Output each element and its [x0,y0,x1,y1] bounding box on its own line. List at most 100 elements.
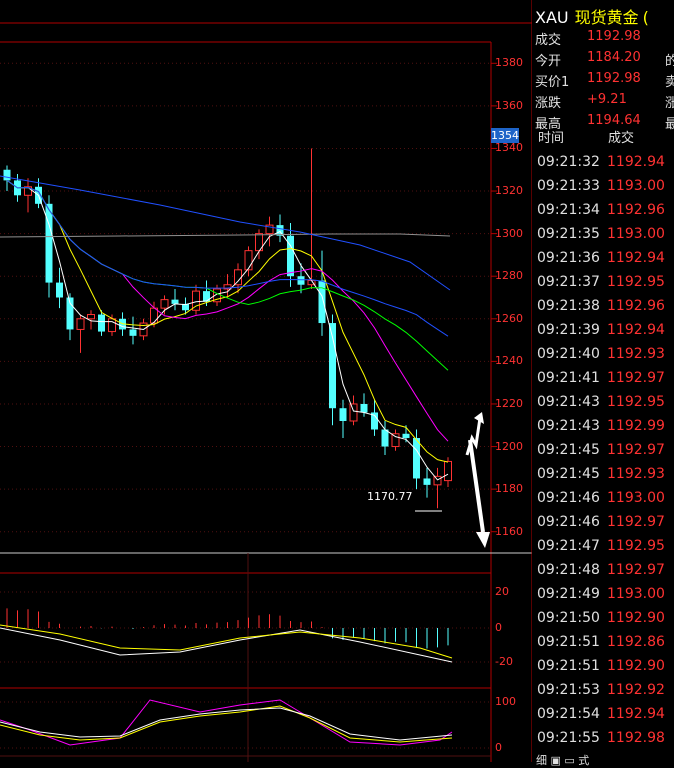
macd-line [0,627,453,663]
kdj-line [0,707,453,741]
candle-body [98,314,105,332]
candle-body [76,318,85,330]
tick-price: 1192.97 [607,562,665,578]
candle-body [349,403,358,422]
tick-price: 1192.93 [607,346,665,362]
tick-row[interactable]: 09:21:38 1192.96 [537,298,665,322]
candle-body [360,403,368,413]
tick-row[interactable]: 09:21:51 1192.86 [537,634,665,658]
tick-row[interactable]: 09:21:47 1192.95 [537,538,665,562]
tick-price: 1192.95 [607,274,665,290]
tick-row[interactable]: 09:21:45 1192.97 [537,442,665,466]
ticks-header: 时间 成交 [538,127,634,146]
candle-body [129,329,137,336]
tick-time: 09:21:54 [537,706,600,722]
candle-body [171,299,179,304]
tick-price: 1192.94 [607,250,665,266]
tick-row[interactable]: 09:21:33 1193.00 [537,178,665,202]
quote-trail: 最 [665,117,674,132]
tick-time: 09:21:46 [537,490,600,506]
tick-row[interactable]: 09:21:35 1193.00 [537,226,665,250]
quote-row: 涨跌 +9.21 涨 [535,92,674,112]
tick-price: 1192.97 [607,442,665,458]
tick-row[interactable]: 09:21:45 1192.93 [537,466,665,490]
ticks-header-price: 成交 [608,131,635,146]
quote-label: 买价1 [535,75,570,90]
tick-price: 1192.94 [607,322,665,338]
title-mark: ( [642,8,649,27]
tick-row[interactable]: 09:21:55 1192.98 [537,730,665,754]
tick-time: 09:21:46 [537,514,600,530]
tick-time: 09:21:50 [537,610,600,626]
tick-price: 1193.00 [607,586,665,602]
tick-row[interactable]: 09:21:50 1192.90 [537,610,665,634]
symbol-code: XAU [535,8,569,27]
price-axis-label: 1260 [495,311,523,325]
candle-body [339,408,347,421]
tick-row[interactable]: 09:21:53 1192.92 [537,682,665,706]
candle-body [234,269,242,286]
bottom-tabs[interactable]: 细 ▣ ▭ 式 [536,752,589,768]
instrument-name: 现货黄金 [574,8,639,27]
down-arrow [468,439,485,533]
low-price-label: 1170.77 [367,490,413,503]
price-axis-label: 1340 [495,141,523,155]
quote-trail: 的 [665,54,674,69]
tick-row[interactable]: 09:21:39 1192.94 [537,322,665,346]
tick-row[interactable]: 09:21:48 1192.97 [537,562,665,586]
tick-time: 09:21:41 [537,370,600,386]
tick-price: 1192.99 [607,418,665,434]
tick-price: 1192.94 [607,154,665,170]
quote-value: +9.21 [587,92,627,107]
tick-row[interactable]: 09:21:37 1192.95 [537,274,665,298]
candle-body [402,433,410,439]
quote-trail: 涨 [665,96,674,111]
kdj-axis-label: 100 [495,695,516,708]
tick-row[interactable]: 09:21:36 1192.94 [537,250,665,274]
price-axis-label: 1320 [495,184,523,198]
tick-row[interactable]: 09:21:51 1192.90 [537,658,665,682]
tick-time: 09:21:33 [537,178,600,194]
tick-row[interactable]: 09:21:43 1192.95 [537,394,665,418]
tick-row[interactable]: 09:21:43 1192.99 [537,418,665,442]
tick-time: 09:21:35 [537,226,600,242]
tick-time: 09:21:51 [537,634,600,650]
quote-value: 1184.20 [587,50,641,65]
tick-row[interactable]: 09:21:49 1193.00 [537,586,665,610]
tick-time: 09:21:49 [537,586,600,602]
candle-body [45,203,53,283]
tick-row[interactable]: 09:21:46 1192.97 [537,514,665,538]
tick-row[interactable]: 09:21:40 1192.93 [537,346,665,370]
candle-body [108,318,116,333]
tick-row[interactable]: 09:21:34 1192.96 [537,202,665,226]
tick-time: 09:21:55 [537,730,600,746]
quote-row: 买价1 1192.98 卖 [535,71,674,91]
candle-body [3,169,11,181]
tick-price: 1192.93 [607,466,665,482]
price-axis-label: 1240 [495,354,523,368]
quote-value: 1192.98 [587,71,641,86]
quote-row: 成交 1192.98 [535,29,674,49]
instrument-title[interactable]: XAU 现货黄金( [535,4,649,27]
tick-price: 1193.00 [607,490,665,506]
candle-body [244,250,253,271]
tick-row[interactable]: 09:21:41 1192.97 [537,370,665,394]
tick-row[interactable]: 09:21:54 1192.94 [537,706,665,730]
tick-time: 09:21:47 [537,538,600,554]
candle-body [160,299,169,309]
candle-body [423,478,431,485]
tick-price: 1192.98 [607,730,665,746]
candle-body [318,280,326,324]
candle-body [297,276,305,285]
tick-time: 09:21:53 [537,682,600,698]
kline-chart[interactable] [0,0,532,762]
price-axis-label: 1280 [495,269,523,283]
tick-row[interactable]: 09:21:32 1192.94 [537,154,665,178]
macd-axis-label: 0 [495,621,502,634]
tick-time: 09:21:43 [537,394,600,410]
tick-price: 1193.00 [607,178,665,194]
price-axis-label: 1360 [495,98,523,112]
tick-row[interactable]: 09:21:46 1193.00 [537,490,665,514]
tick-price: 1192.86 [607,634,665,650]
ticks-header-time: 时间 [538,131,565,146]
